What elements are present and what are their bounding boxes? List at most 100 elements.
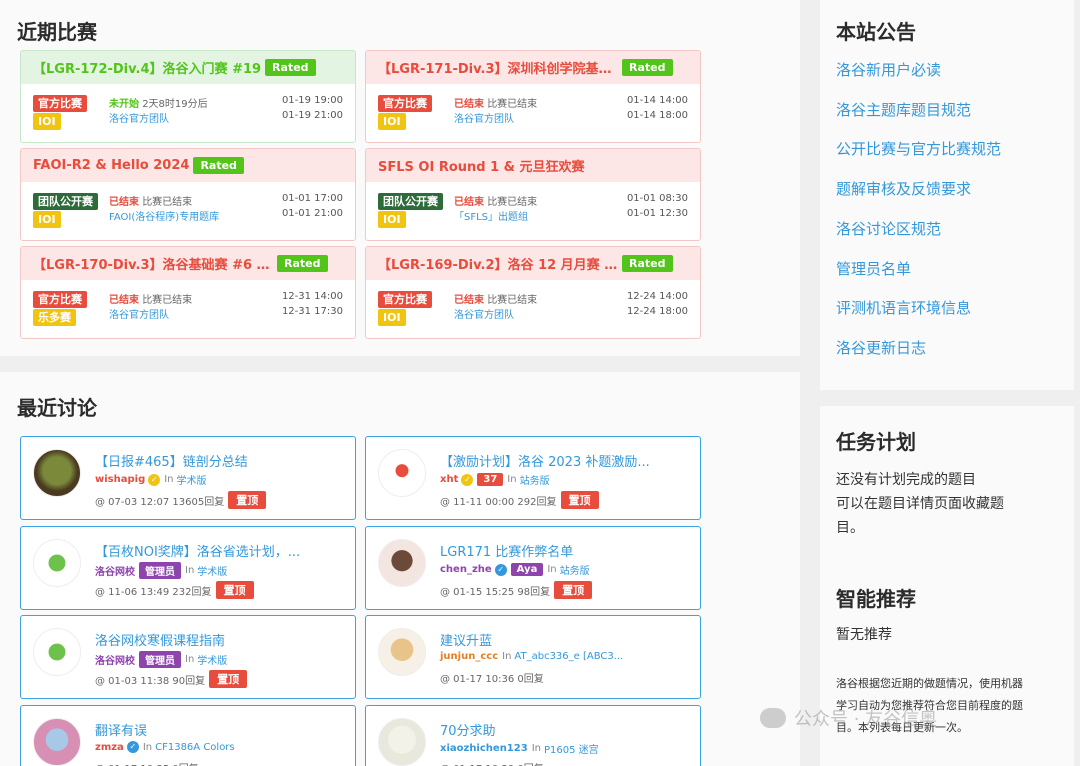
forum-link[interactable]: 站务版 xyxy=(520,472,550,487)
contest-card[interactable]: 【LGR-172-Div.4】洛谷入门赛 #19 Rated 官方比赛 IOI 未开始 … xyxy=(20,50,356,143)
announcement-link[interactable]: 洛谷更新日志 xyxy=(836,337,926,358)
discussion-title-link[interactable]: 建议升蓝 xyxy=(440,630,492,649)
discussion-title-link[interactable]: 翻译有误 xyxy=(95,720,147,739)
contest-type-tag: 官方比赛 xyxy=(378,291,432,308)
in-label: In xyxy=(531,743,541,754)
contest-title-link[interactable]: SFLS OI Round 1 & 元旦狂欢赛 xyxy=(378,156,585,175)
forum-link[interactable]: 学术版 xyxy=(197,563,227,578)
username-link[interactable]: 洛谷网校 xyxy=(95,563,135,578)
contest-status: 已结束 比赛已结束 xyxy=(109,193,192,208)
discussion-card[interactable]: 翻译有误 zmza✓InCF1386A Colors @ 01-17 10:35 0… xyxy=(20,705,356,766)
discussion-card[interactable]: LGR171 比赛作弊名单 chen_zhe ✓ Aya In 站务版 @ 01-15 15… xyxy=(365,526,701,610)
forum-link[interactable]: 学术版 xyxy=(197,652,227,667)
discussion-time-replies: @ 01-17 10:29 0回复 xyxy=(440,760,544,766)
contest-title-link[interactable]: 【LGR-169-Div.2】洛谷 12 月月赛 II ... xyxy=(378,254,618,273)
contest-title-link[interactable]: 【LGR-171-Div.3】深圳科创学院基础赛... xyxy=(378,58,618,77)
avatar[interactable] xyxy=(378,539,426,587)
contest-end-time: 01-01 12:30 xyxy=(626,208,688,219)
tasks-text-2: 可以在题目详情页面收藏题 xyxy=(836,496,1004,512)
discussion-title-link[interactable]: LGR171 比赛作弊名单 xyxy=(440,541,573,560)
contest-card[interactable]: SFLS OI Round 1 & 元旦狂欢赛 团队公开赛 IOI 已结束 比赛已结束… xyxy=(365,148,701,241)
contest-card[interactable]: 【LGR-170-Div.3】洛谷基础赛 #6 & Cf...Rated官方比赛… xyxy=(20,246,356,339)
contest-type-tag: 官方比赛 xyxy=(378,95,432,112)
discussion-time-replies: @ 11-11 00:00 292回复 xyxy=(440,496,557,508)
discussion-title-link[interactable]: 70分求助 xyxy=(440,720,496,739)
contest-title-link[interactable]: FAOI-R2 & Hello 2024 xyxy=(33,158,189,173)
discussion-card[interactable]: 【百枚NOI奖牌】洛谷省选计划，... 洛谷网校 管理员 In 学术版 @ 11-06 1… xyxy=(20,526,356,610)
tasks-text-1: 还没有计划完成的题目 xyxy=(836,472,976,488)
discussion-title-link[interactable]: 【激励计划】洛谷 2023 补题激励... xyxy=(440,451,650,470)
discussion-title-link[interactable]: 【百枚NOI奖牌】洛谷省选计划，... xyxy=(95,541,300,560)
contest-rule-tag: IOI xyxy=(33,211,61,228)
contest-card[interactable]: FAOI-R2 & Hello 2024 Rated 团队公开赛 IOI 已结束 比赛已… xyxy=(20,148,356,241)
username-link[interactable]: junjun_ccc xyxy=(440,651,498,662)
avatar[interactable] xyxy=(378,449,426,497)
discussion-card[interactable]: 【激励计划】洛谷 2023 补题激励... xht ✓ 37 In 站务版 @ 11-11 … xyxy=(365,436,701,520)
avatar[interactable] xyxy=(378,718,426,766)
announcement-link[interactable]: 公开比赛与官方比赛规范 xyxy=(836,138,1001,159)
pinned-badge: 置顶 xyxy=(215,581,254,599)
recommend-title: 智能推荐 xyxy=(836,587,916,611)
discussion-card[interactable]: 【日报#465】链剖分总结 wishapig ✓ In 学术版 @ 07-03 12:07… xyxy=(20,436,356,520)
contests-title: 近期比赛 xyxy=(17,20,97,44)
announcement-link[interactable]: 管理员名单 xyxy=(836,258,911,279)
contest-type-tag: 官方比赛 xyxy=(33,291,87,308)
contest-card[interactable]: 【LGR-169-Div.2】洛谷 12 月月赛 II ... Rated 官方比赛… xyxy=(365,246,701,339)
forum-link[interactable]: AT_abc336_e [ABC3... xyxy=(514,651,623,662)
contest-rule-tag: 乐多赛 xyxy=(33,309,76,326)
contest-status-label: 未开始 xyxy=(109,99,139,110)
avatar[interactable] xyxy=(33,539,81,587)
discussion-author-line: 洛谷网校 管理员 In 学术版 xyxy=(95,651,227,668)
forum-link[interactable]: 站务版 xyxy=(560,562,590,577)
contest-organizer-link[interactable]: 洛谷官方团队 xyxy=(109,110,169,125)
avatar[interactable] xyxy=(33,449,81,497)
username-link[interactable]: 洛谷网校 xyxy=(95,652,135,667)
username-link[interactable]: xiaozhichen123 xyxy=(440,743,528,754)
avatar[interactable] xyxy=(378,628,426,676)
announcement-link[interactable]: 洛谷主题库题目规范 xyxy=(836,99,971,120)
contest-status-detail: 比赛已结束 xyxy=(142,197,193,208)
discussion-card[interactable]: 建议升蓝 junjun_ccc In AT_abc336_e [ABC3... @ 01… xyxy=(365,615,701,699)
contest-organizer-link[interactable]: FAOI(洛谷程序)专用题库 xyxy=(109,208,219,223)
forum-link[interactable]: CF1386A Colors xyxy=(155,742,235,753)
contest-status: 已结束 比赛已结束 xyxy=(454,291,537,306)
contest-type-tag: 官方比赛 xyxy=(33,95,87,112)
contest-type-tag: 团队公开赛 xyxy=(378,193,443,210)
contest-organizer-link[interactable]: 洛谷官方团队 xyxy=(109,306,169,321)
announcement-link[interactable]: 洛谷讨论区规范 xyxy=(836,218,941,239)
in-label: In xyxy=(185,654,195,665)
announcement-link[interactable]: 洛谷新用户必读 xyxy=(836,59,941,80)
forum-link[interactable]: P1605 迷宫 xyxy=(544,741,599,756)
user-badge: 37 xyxy=(477,473,504,486)
username-link[interactable]: zmza xyxy=(95,742,124,753)
discussion-meta: @ 01-17 10:29 0回复 xyxy=(440,760,544,766)
announcement-link[interactable]: 题解审核及反馈要求 xyxy=(836,178,971,199)
contest-end-time: 12-24 18:00 xyxy=(626,306,688,317)
contest-organizer-link[interactable]: 洛谷官方团队 xyxy=(454,110,514,125)
watermark: 公众号 · 友谷信奥 xyxy=(760,705,937,731)
contest-title-link[interactable]: 【LGR-172-Div.4】洛谷入门赛 #19 xyxy=(33,58,261,77)
discussion-time-replies: @ 01-17 10:35 0回复 xyxy=(95,760,199,766)
verified-check-icon: ✓ xyxy=(461,473,474,486)
announcement-link[interactable]: 评测机语言环境信息 xyxy=(836,297,971,318)
discussion-time-replies: @ 01-17 10:36 0回复 xyxy=(440,674,544,685)
discussion-title-link[interactable]: 【日报#465】链剖分总结 xyxy=(95,451,248,470)
username-link[interactable]: xht xyxy=(440,474,458,485)
username-link[interactable]: chen_zhe xyxy=(440,564,492,575)
forum-link[interactable]: 学术版 xyxy=(177,472,207,487)
contest-end-time: 01-19 21:00 xyxy=(281,110,343,121)
contest-start-time: 01-01 08:30 xyxy=(626,193,688,204)
discussion-card[interactable]: 洛谷网校寒假课程指南 洛谷网校 管理员 In 学术版 @ 01-03 11:38 90回复… xyxy=(20,615,356,699)
discussion-card[interactable]: 70分求助 xiaozhichen123InP1605 迷宫@ 01-17 10:… xyxy=(365,705,701,766)
contest-title-link[interactable]: 【LGR-170-Div.3】洛谷基础赛 #6 & Cf... xyxy=(33,254,273,273)
contest-organizer-link[interactable]: 洛谷官方团队 xyxy=(454,306,514,321)
contest-organizer-link[interactable]: 「SFLS」出题组 xyxy=(454,208,528,223)
contest-status-detail: 比赛已结束 xyxy=(487,197,538,208)
in-label: In xyxy=(164,474,174,485)
user-badge: 管理员 xyxy=(139,651,181,668)
discussion-title-link[interactable]: 洛谷网校寒假课程指南 xyxy=(95,630,225,649)
avatar[interactable] xyxy=(33,718,81,766)
contest-card[interactable]: 【LGR-171-Div.3】深圳科创学院基础赛... Rated 官方比赛 IOI 已… xyxy=(365,50,701,143)
avatar[interactable] xyxy=(33,628,81,676)
username-link[interactable]: wishapig xyxy=(95,474,145,485)
